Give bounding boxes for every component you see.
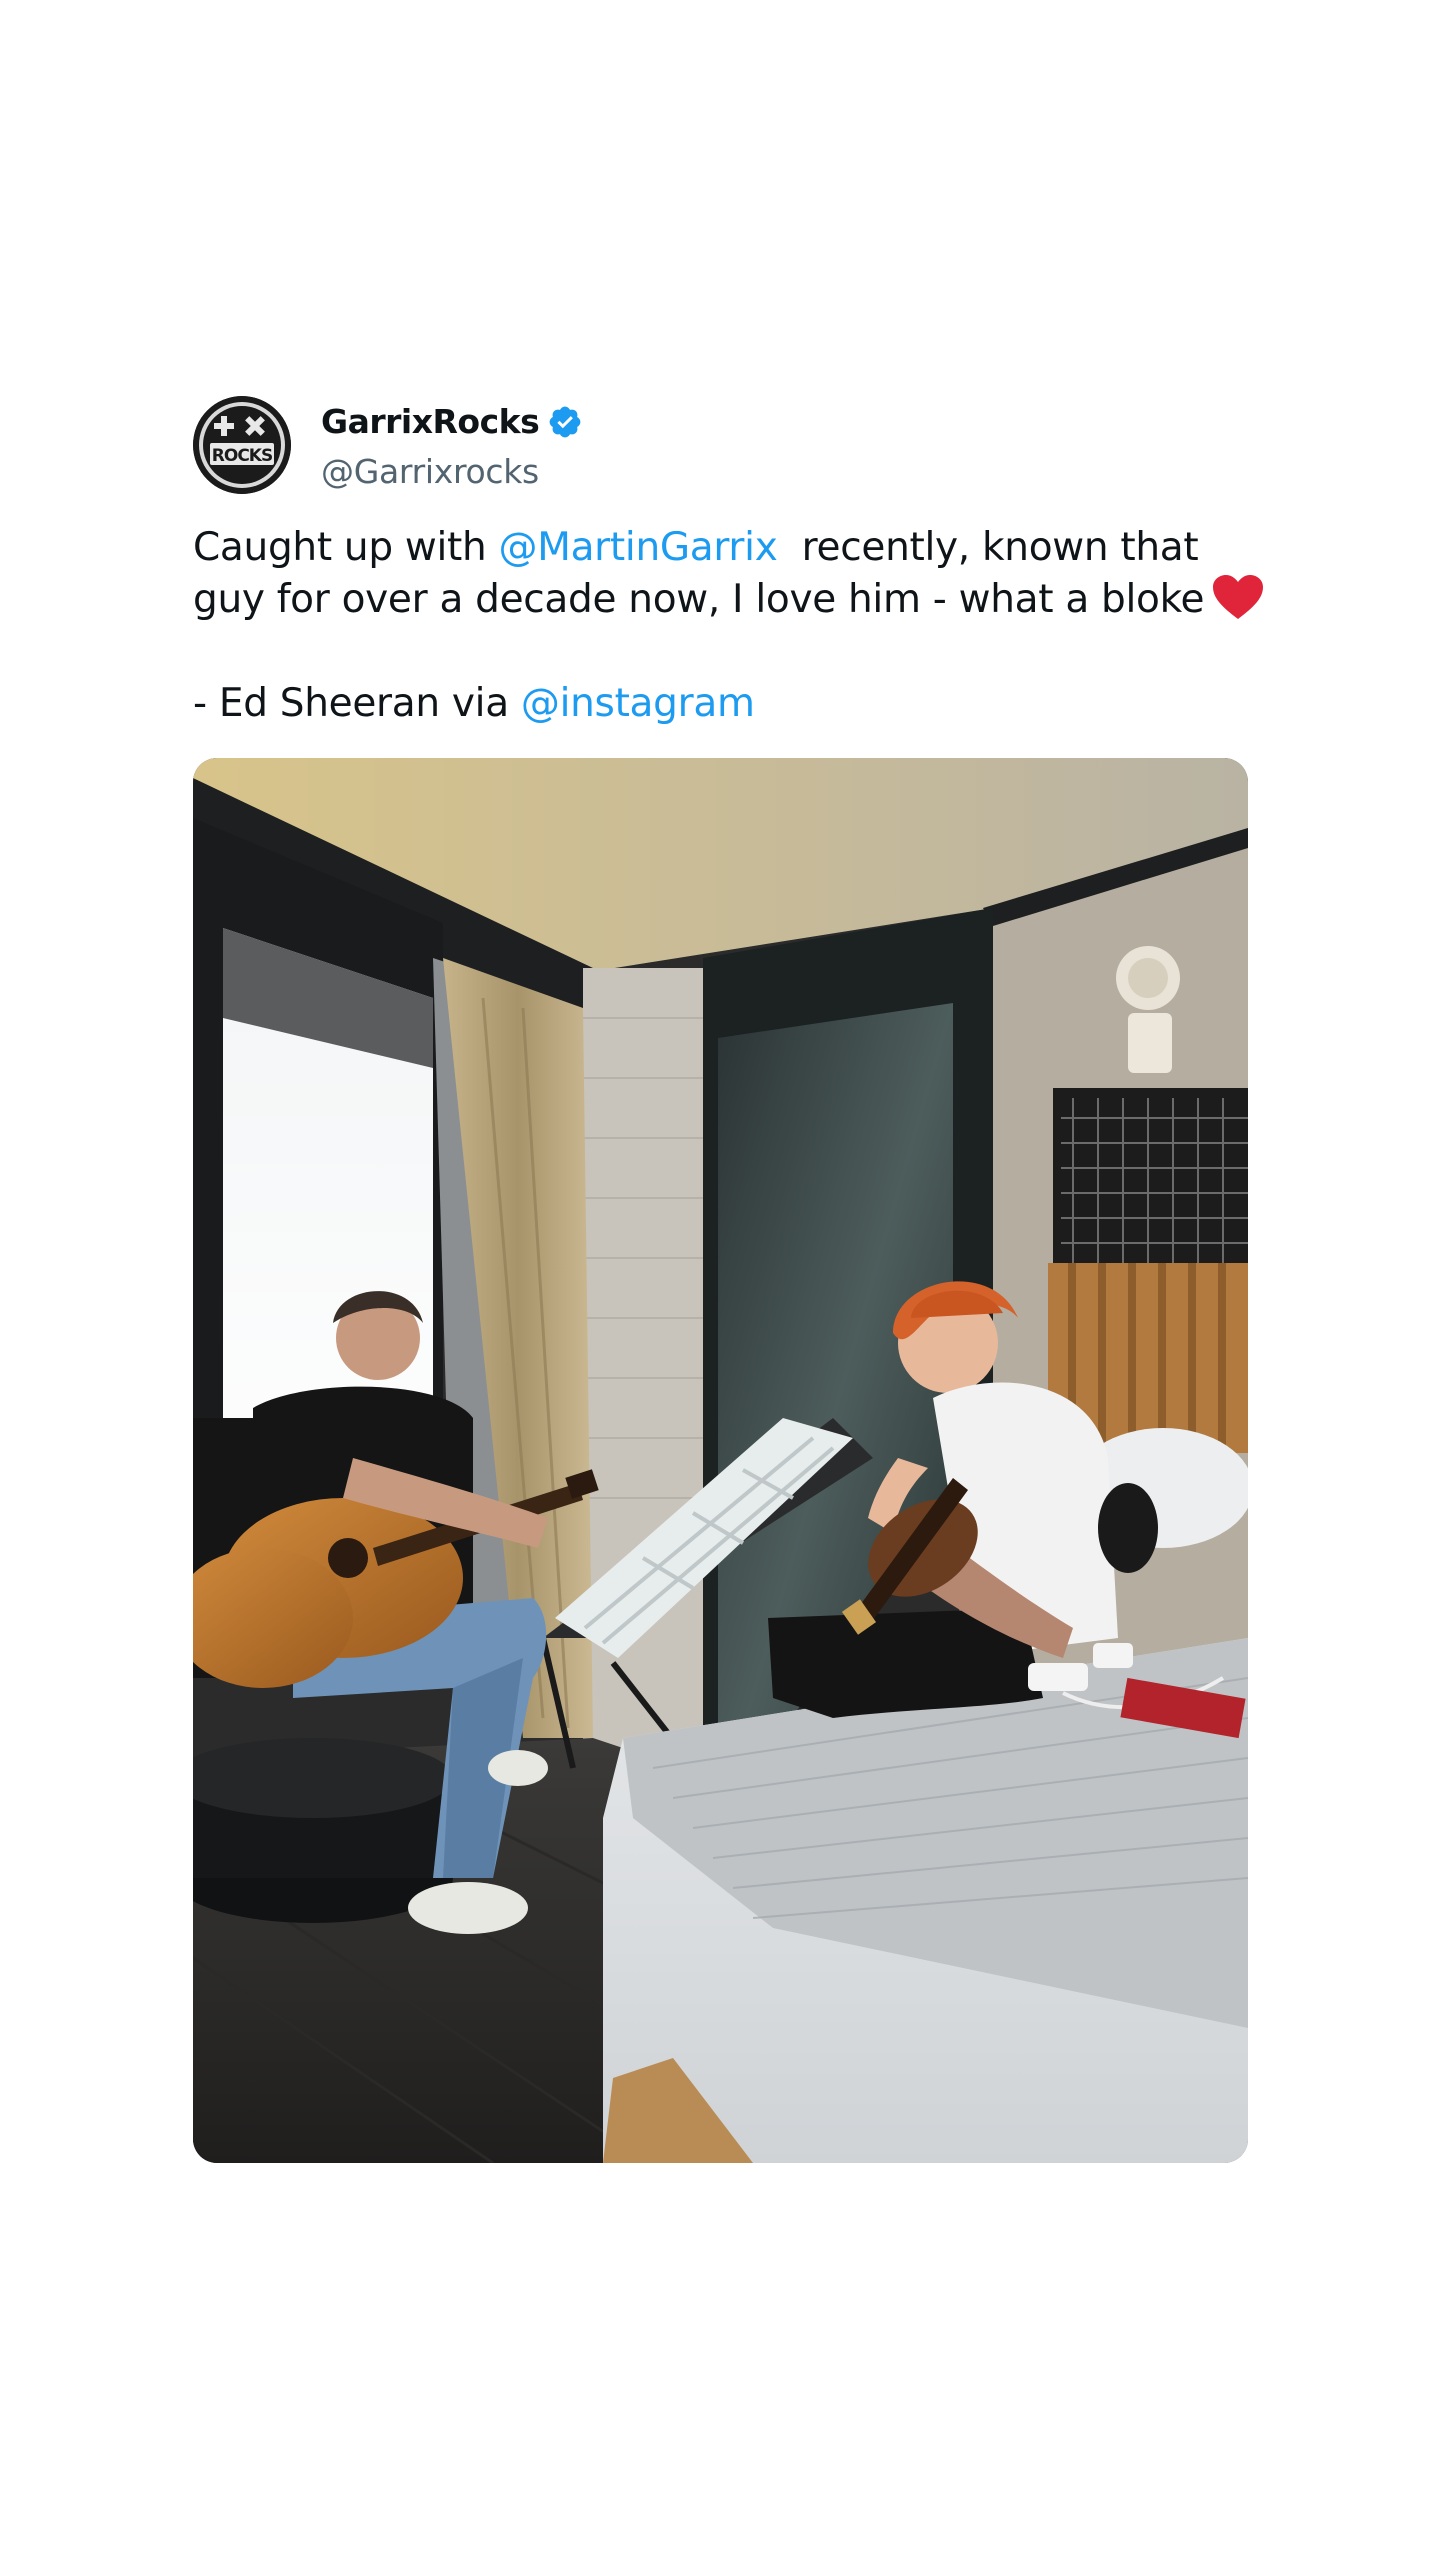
author-handle[interactable]: @Garrixrocks bbox=[321, 452, 539, 491]
avatar-logo-text: ROCKS bbox=[212, 446, 272, 466]
text-segment: - Ed Sheeran via bbox=[193, 681, 521, 726]
red-heart-icon bbox=[1212, 574, 1264, 620]
author-name-row: GarrixRocks bbox=[321, 402, 583, 441]
tweet-text-line-2: guy for over a decade now, I love him - … bbox=[193, 574, 1264, 626]
tweet-text-line-1: Caught up with @MartinGarrix recently, k… bbox=[193, 522, 1248, 574]
tweet-text: Caught up with @MartinGarrix recently, k… bbox=[193, 522, 1264, 730]
verified-badge-icon bbox=[547, 404, 583, 440]
text-segment: guy for over a decade now, I love him - … bbox=[193, 577, 1205, 622]
avatar[interactable]: ROCKS bbox=[193, 396, 291, 494]
mention-link-instagram[interactable]: @instagram bbox=[521, 681, 755, 726]
tweet-photo[interactable] bbox=[193, 758, 1248, 2163]
tweet-header: ROCKS GarrixRocks @Garrixrocks bbox=[193, 396, 1248, 496]
text-segment: recently, known that bbox=[777, 525, 1199, 570]
mention-link-martingarrix[interactable]: @MartinGarrix bbox=[499, 525, 778, 570]
photo-two-men-playing-guitars-icon bbox=[193, 758, 1248, 2163]
text-segment: Caught up with bbox=[193, 525, 499, 570]
tweet-card: ROCKS GarrixRocks @Garrixrocks Caught up… bbox=[193, 396, 1264, 2163]
tweet-text-line-3: - Ed Sheeran via @instagram bbox=[193, 678, 1248, 730]
garrixrocks-logo-icon: ROCKS bbox=[193, 396, 291, 494]
author-display-name[interactable]: GarrixRocks bbox=[321, 402, 540, 441]
